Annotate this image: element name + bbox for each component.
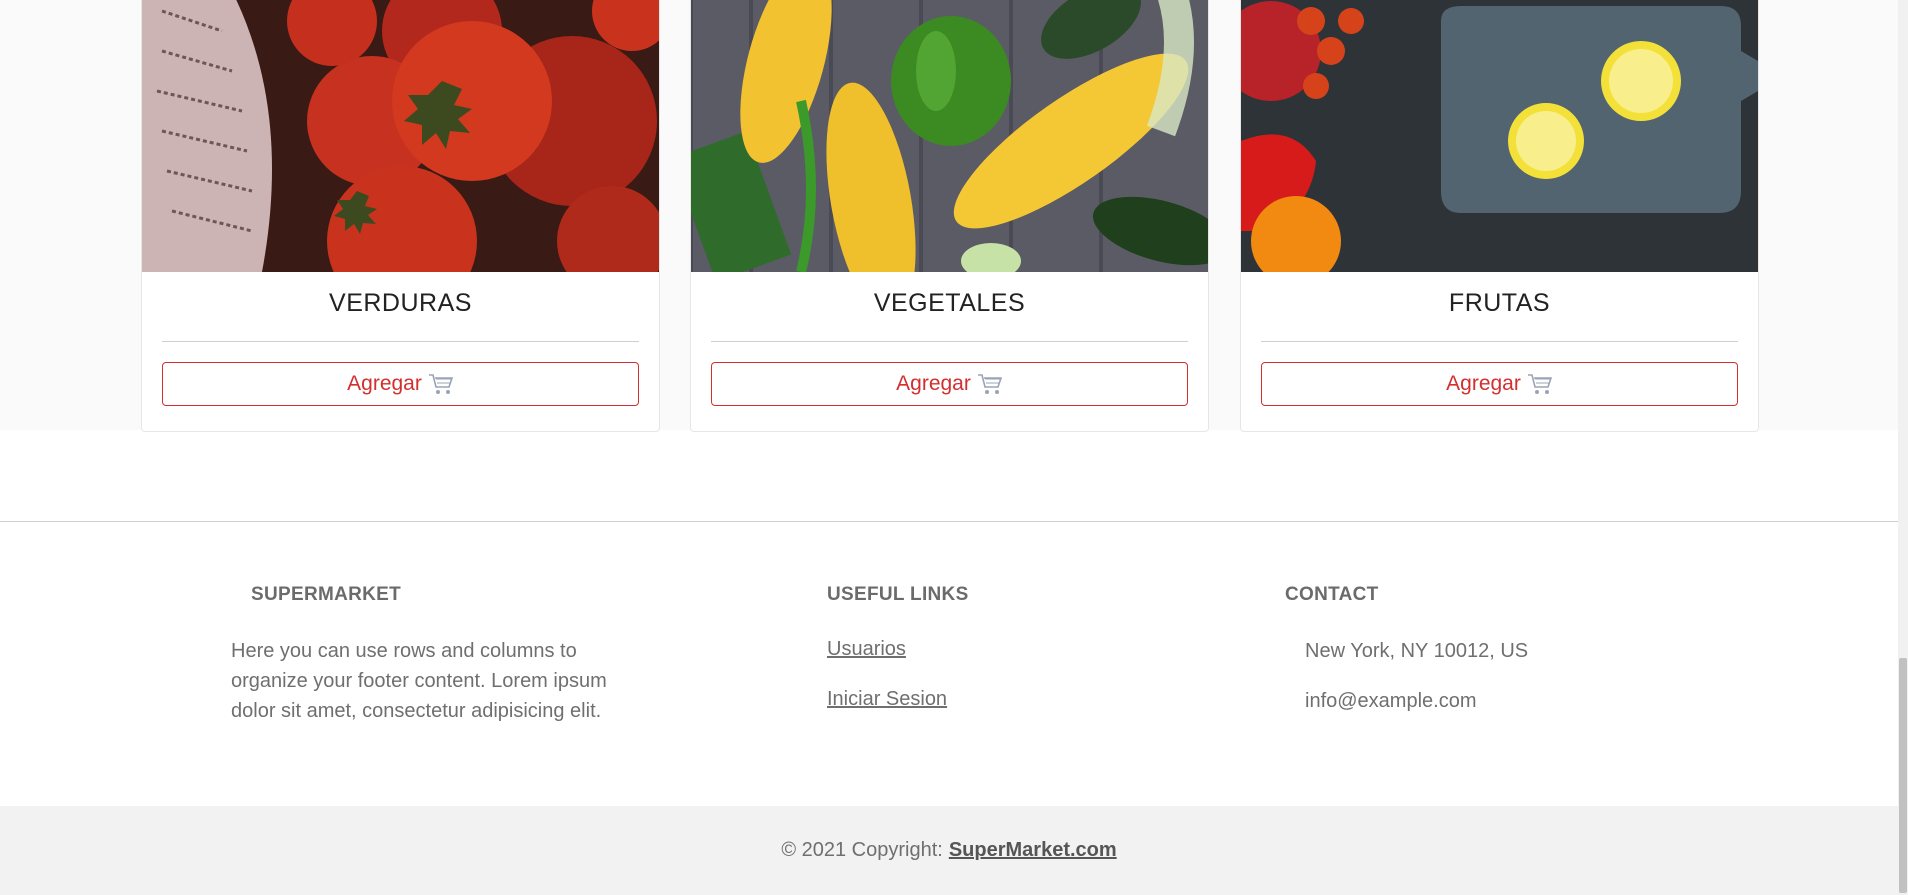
divider bbox=[162, 341, 639, 342]
add-to-cart-button[interactable]: Agregar bbox=[1261, 362, 1738, 406]
add-to-cart-button[interactable]: Agregar bbox=[162, 362, 639, 406]
product-card-frutas: FRUTAS Agregar bbox=[1240, 0, 1759, 432]
product-image-lemon-board bbox=[1241, 0, 1758, 272]
footer-brand-heading: SUPERMARKET bbox=[251, 584, 402, 605]
product-title: FRUTAS bbox=[1448, 289, 1551, 317]
product-image-tomatoes bbox=[142, 0, 659, 272]
button-label: Agregar bbox=[1446, 372, 1521, 395]
button-label: Agregar bbox=[347, 372, 422, 395]
copyright-bar: © 2021 Copyright: SuperMarket.com bbox=[0, 806, 1898, 895]
page-scrollbar[interactable] bbox=[1898, 0, 1908, 895]
shopping-cart-icon bbox=[1527, 372, 1553, 396]
divider bbox=[711, 341, 1188, 342]
product-image-corn-pepper bbox=[691, 0, 1208, 272]
add-to-cart-button[interactable]: Agregar bbox=[711, 362, 1188, 406]
product-card-verduras: VERDURAS Agregar bbox=[141, 0, 660, 432]
copyright-link[interactable]: SuperMarket.com bbox=[949, 839, 1117, 862]
divider bbox=[1261, 341, 1738, 342]
footer-links-heading: USEFUL LINKS bbox=[827, 584, 969, 605]
product-card-vegetales: VEGETALES Agregar bbox=[690, 0, 1209, 432]
footer-link-usuarios[interactable]: Usuarios bbox=[827, 638, 906, 661]
scrollbar-thumb[interactable] bbox=[1899, 658, 1907, 893]
footer-divider bbox=[0, 521, 1898, 522]
copyright-text: © 2021 Copyright: bbox=[781, 839, 943, 861]
shopping-cart-icon bbox=[977, 372, 1003, 396]
footer-brand-text: Here you can use rows and columns to org… bbox=[231, 640, 607, 722]
shopping-cart-icon bbox=[428, 372, 454, 396]
button-label: Agregar bbox=[896, 372, 971, 395]
footer-contact-heading: CONTACT bbox=[1285, 584, 1379, 605]
product-title: VEGETALES bbox=[873, 289, 1026, 317]
contact-email: info@example.com bbox=[1305, 690, 1477, 712]
contact-address: New York, NY 10012, US bbox=[1305, 640, 1529, 662]
footer-link-iniciar-sesion[interactable]: Iniciar Sesion bbox=[827, 688, 947, 711]
product-title: VERDURAS bbox=[329, 289, 472, 317]
